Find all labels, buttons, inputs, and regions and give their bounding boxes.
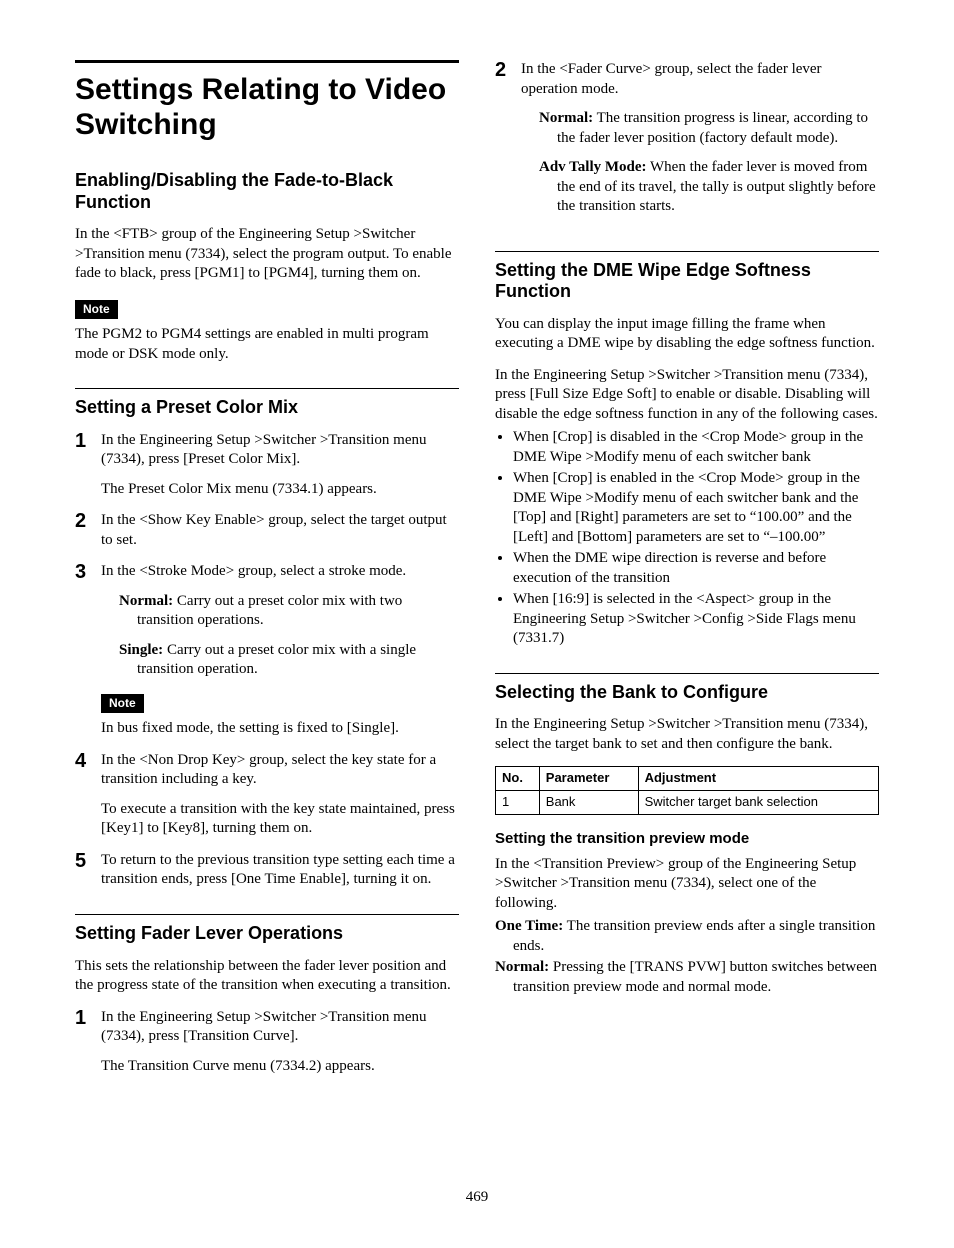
step-number: 2: [75, 511, 101, 550]
page-title: Settings Relating to Video Switching: [75, 60, 459, 142]
parameter-table: No. Parameter Adjustment 1 Bank Switcher…: [495, 766, 879, 815]
step-number: 2: [495, 60, 521, 227]
definition: Normal: The transition progress is linea…: [539, 109, 879, 148]
para: In the Engineering Setup >Switcher >Tran…: [495, 715, 879, 754]
note-badge: Note: [101, 694, 144, 714]
step-text: To return to the previous transition typ…: [101, 851, 459, 890]
list-item: When [Crop] is disabled in the <Crop Mod…: [513, 428, 879, 467]
col-no: No.: [496, 767, 540, 791]
col-parameter: Parameter: [539, 767, 638, 791]
note-badge: Note: [75, 300, 118, 320]
step-number: 1: [75, 1008, 101, 1077]
definition: Normal: Pressing the [TRANS PVW] button …: [495, 958, 879, 997]
step-number: 3: [75, 562, 101, 739]
step-4: 4 In the <Non Drop Key> group, select th…: [75, 751, 459, 839]
note-text: The PGM2 to PGM4 settings are enabled in…: [75, 325, 459, 364]
para: In the <Transition Preview> group of the…: [495, 855, 879, 914]
step-number: 1: [75, 431, 101, 500]
step-text: In the <Show Key Enable> group, select t…: [101, 511, 459, 550]
para: You can display the input image filling …: [495, 315, 879, 354]
step-text: In the Engineering Setup >Switcher >Tran…: [101, 1008, 459, 1047]
note-text: In bus fixed mode, the setting is fixed …: [101, 719, 459, 739]
step-text: In the <Non Drop Key> group, select the …: [101, 751, 459, 790]
page-number: 469: [75, 1188, 879, 1208]
step-text: To execute a transition with the key sta…: [101, 800, 459, 839]
step-text: In the <Stroke Mode> group, select a str…: [101, 562, 459, 582]
para: In the Engineering Setup >Switcher >Tran…: [495, 366, 879, 425]
heading-dme: Setting the DME Wipe Edge Softness Funct…: [495, 251, 879, 303]
table-row: 1 Bank Switcher target bank selection: [496, 791, 879, 815]
col-adjustment: Adjustment: [638, 767, 878, 791]
heading-ftb: Enabling/Disabling the Fade-to-Black Fun…: [75, 170, 459, 213]
heading-bank: Selecting the Bank to Configure: [495, 673, 879, 704]
page-columns: Settings Relating to Video Switching Ena…: [75, 60, 879, 1170]
para: This sets the relationship between the f…: [75, 957, 459, 996]
definition: Single: Carry out a preset color mix wit…: [119, 641, 459, 680]
step-2: 2 In the <Fader Curve> group, select the…: [495, 60, 879, 227]
step-2: 2 In the <Show Key Enable> group, select…: [75, 511, 459, 550]
step-text: In the Engineering Setup >Switcher >Tran…: [101, 431, 459, 470]
heading-pcm: Setting a Preset Color Mix: [75, 388, 459, 419]
step-number: 5: [75, 851, 101, 890]
step-text: The Preset Color Mix menu (7334.1) appea…: [101, 480, 459, 500]
step-5: 5 To return to the previous transition t…: [75, 851, 459, 890]
step-1: 1 In the Engineering Setup >Switcher >Tr…: [75, 1008, 459, 1077]
subheading-transition-preview: Setting the transition preview mode: [495, 829, 879, 849]
definition: One Time: The transition preview ends af…: [495, 917, 879, 956]
list-item: When [Crop] is enabled in the <Crop Mode…: [513, 469, 879, 547]
step-number: 4: [75, 751, 101, 839]
list-item: When [16:9] is selected in the <Aspect> …: [513, 590, 879, 649]
bullet-list: When [Crop] is disabled in the <Crop Mod…: [495, 428, 879, 649]
step-text: The Transition Curve menu (7334.2) appea…: [101, 1057, 459, 1077]
step-3: 3 In the <Stroke Mode> group, select a s…: [75, 562, 459, 739]
step-text: In the <Fader Curve> group, select the f…: [521, 60, 879, 99]
list-item: When the DME wipe direction is reverse a…: [513, 549, 879, 588]
cell-param: Bank: [539, 791, 638, 815]
para: In the <FTB> group of the Engineering Se…: [75, 225, 459, 284]
step-1: 1 In the Engineering Setup >Switcher >Tr…: [75, 431, 459, 500]
definition: Normal: Carry out a preset color mix wit…: [119, 592, 459, 631]
cell-no: 1: [496, 791, 540, 815]
heading-fader: Setting Fader Lever Operations: [75, 914, 459, 945]
cell-adj: Switcher target bank selection: [638, 791, 878, 815]
definition: Adv Tally Mode: When the fader lever is …: [539, 158, 879, 217]
